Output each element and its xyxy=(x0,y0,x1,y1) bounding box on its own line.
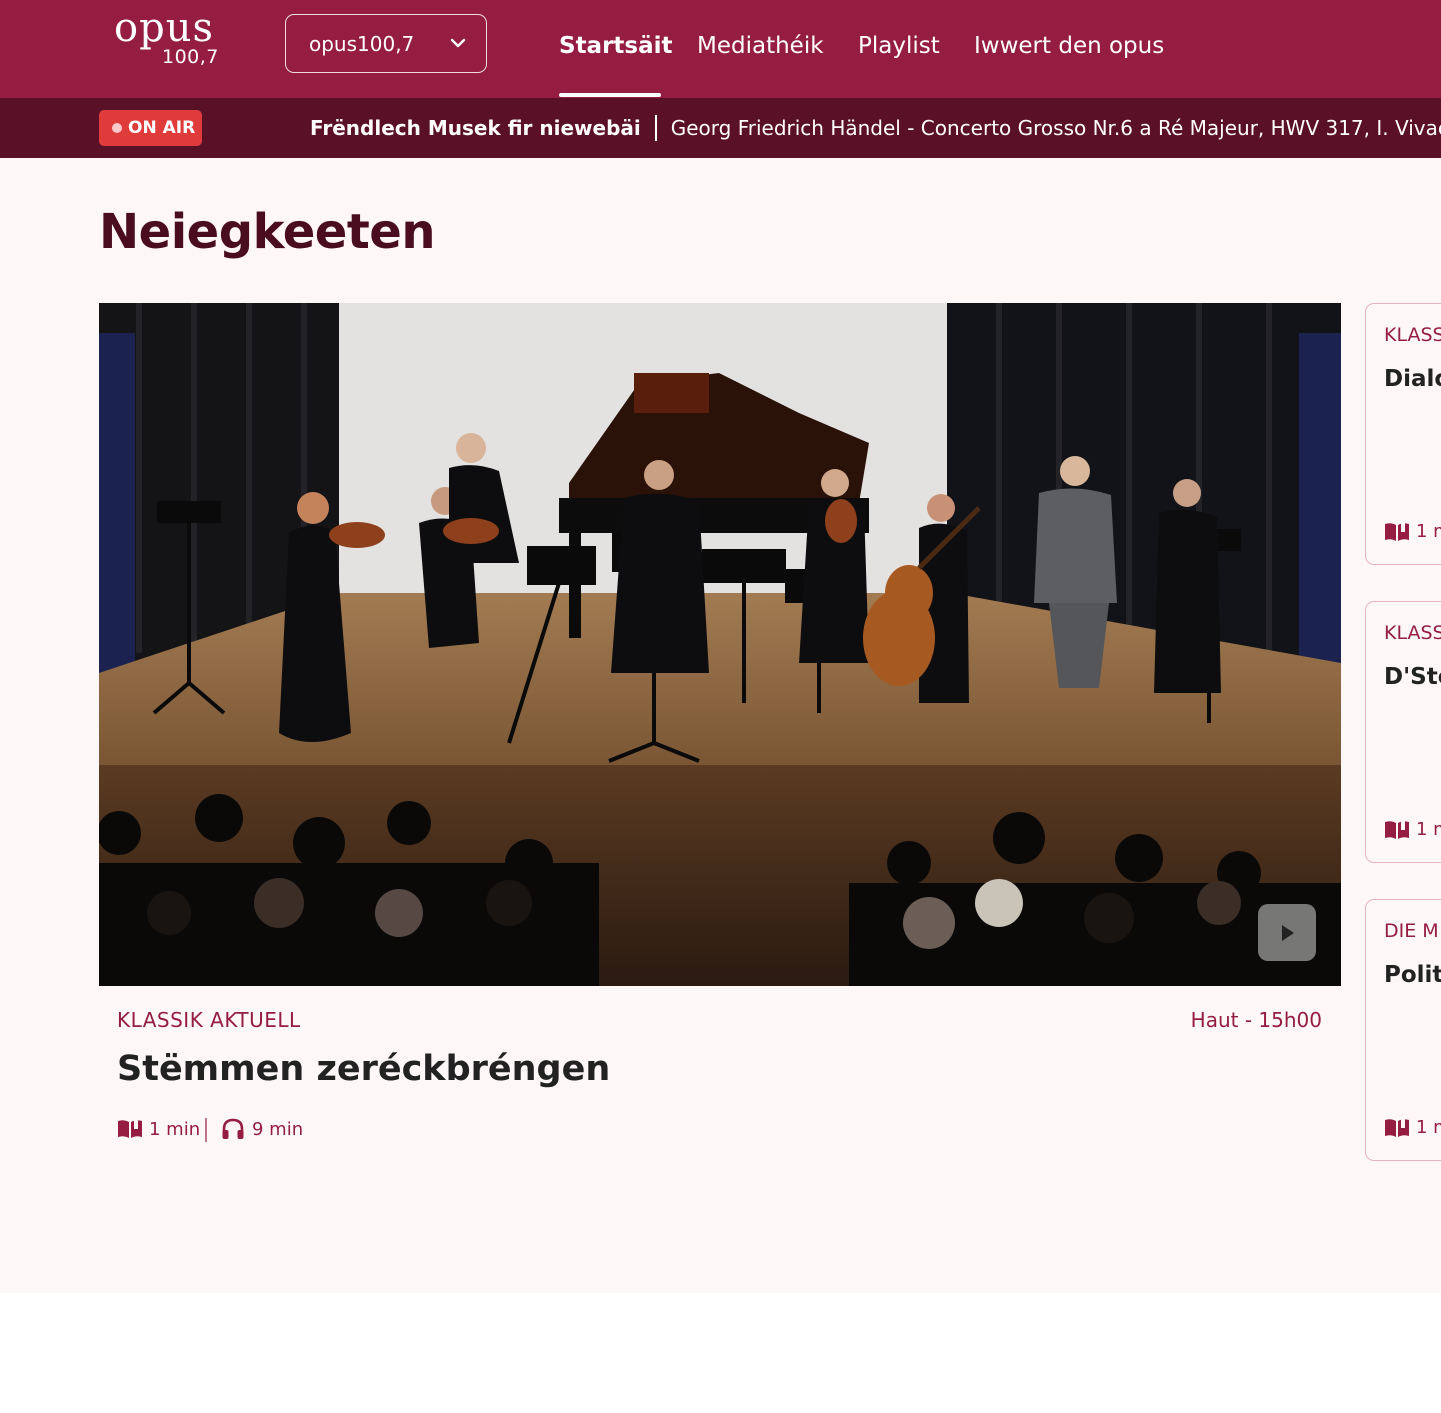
concert-photo-illustration xyxy=(99,303,1341,986)
news-card-read-time: 1 m xyxy=(1416,819,1441,840)
on-air-label: ON AIR xyxy=(128,118,196,138)
featured-article-card[interactable]: KLASSIK AKTUELL Haut - 15h00 Stëmmen zer… xyxy=(99,303,1341,1163)
news-card-read-time: 1 m xyxy=(1416,521,1441,542)
station-select-value: opus100,7 xyxy=(309,32,415,56)
news-card[interactable]: DIE M Polit 1 m xyxy=(1365,899,1441,1161)
now-playing-show: Frëndlech Musek fir niewebäi xyxy=(310,116,641,140)
news-card-category: KLASS xyxy=(1384,324,1441,346)
book-icon xyxy=(1385,1119,1409,1137)
news-card-read-time: 1 m xyxy=(1416,1117,1441,1138)
nav-playlist[interactable]: Playlist xyxy=(858,30,940,62)
opus-logo[interactable]: opus 100,7 xyxy=(114,8,226,70)
book-icon xyxy=(118,1120,142,1138)
news-card-title: Dialo xyxy=(1384,366,1441,392)
news-card[interactable]: KLASS D'Stë 1 m xyxy=(1365,601,1441,863)
nav-startsait[interactable]: Startsäit xyxy=(559,30,673,62)
concert-photo[interactable] xyxy=(99,303,1341,986)
news-card-title: Polit xyxy=(1384,962,1441,988)
meta-divider xyxy=(205,1118,207,1142)
book-icon xyxy=(1385,523,1409,541)
main-content: Neiegkeeten KLASSIK AKTUELL Haut - 15h00… xyxy=(0,158,1441,1293)
nav-mediatheik[interactable]: Mediathéik xyxy=(697,30,824,62)
headphones-icon xyxy=(222,1118,244,1139)
play-button[interactable] xyxy=(1258,904,1316,961)
site-header: opus 100,7 opus100,7 Startsäit Mediathéi… xyxy=(0,0,1441,98)
section-title: Neiegkeeten xyxy=(99,204,436,260)
read-time-label: 1 min xyxy=(149,1119,201,1140)
featured-category[interactable]: KLASSIK AKTUELL xyxy=(117,1008,301,1032)
logo-wordmark: opus xyxy=(114,5,214,51)
live-dot-icon xyxy=(112,123,122,133)
now-playing-ticker[interactable]: Frëndlech Musek fir niewebäi Georg Friedr… xyxy=(310,112,1441,144)
station-select[interactable]: opus100,7 xyxy=(285,14,487,73)
ticker-divider xyxy=(654,115,657,141)
chevron-down-icon xyxy=(450,38,466,48)
on-air-badge[interactable]: ON AIR xyxy=(99,110,202,146)
book-icon xyxy=(1385,821,1409,839)
news-card-category: DIE M xyxy=(1384,920,1439,942)
play-icon xyxy=(1282,925,1294,941)
news-card-title: D'Stë xyxy=(1384,664,1441,690)
news-card-category: KLASS xyxy=(1384,622,1441,644)
news-card[interactable]: KLASS Dialo 1 m xyxy=(1365,303,1441,565)
app-root: opus 100,7 opus100,7 Startsäit Mediathéi… xyxy=(0,0,1441,1413)
logo-frequency: 100,7 xyxy=(162,46,219,68)
now-playing-track: Georg Friedrich Händel - Concerto Grosso… xyxy=(670,116,1441,140)
nav-iwwert-den-opus[interactable]: Iwwert den opus xyxy=(974,30,1164,62)
on-air-bar: ON AIR Frëndlech Musek fir niewebäi Georg… xyxy=(0,98,1441,158)
featured-title[interactable]: Stëmmen zeréckbréngen xyxy=(117,1049,610,1089)
nav-active-indicator xyxy=(559,93,661,97)
featured-timestamp: Haut - 15h00 xyxy=(1190,1008,1322,1032)
listen-time-label: 9 min xyxy=(252,1119,304,1140)
